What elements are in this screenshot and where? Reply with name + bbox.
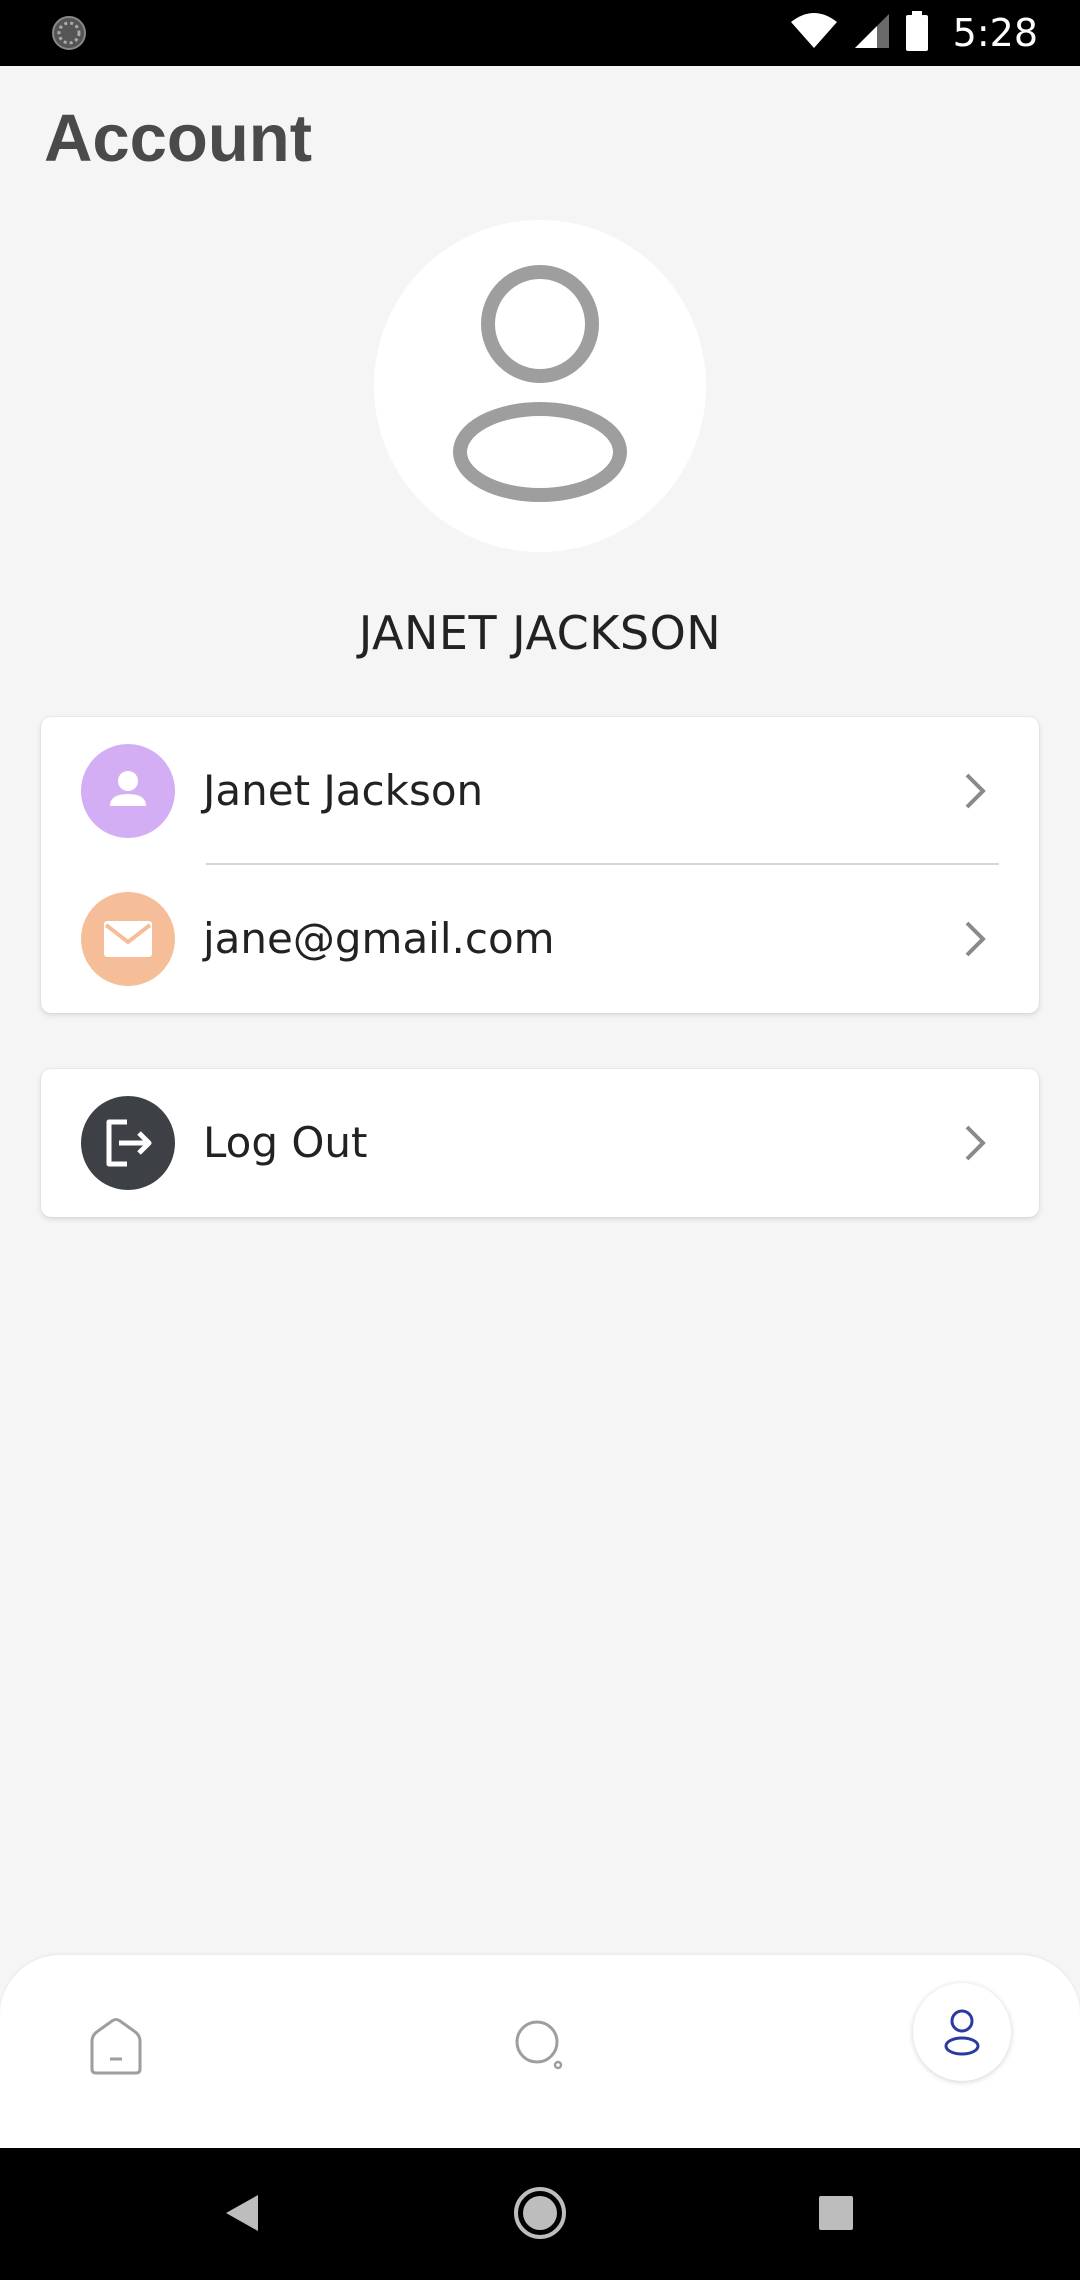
mail-icon [81, 892, 175, 986]
person-icon [81, 744, 175, 838]
battery-icon [905, 10, 929, 56]
logout-icon [81, 1096, 175, 1190]
cell-signal-icon [853, 12, 891, 55]
recents-button[interactable] [801, 2178, 871, 2248]
status-bar: 5:28 [0, 0, 1080, 66]
avatar[interactable] [374, 220, 706, 552]
profile-name: JANET JACKSON [358, 606, 722, 660]
chevron-right-icon [965, 921, 986, 957]
home-icon [90, 2018, 142, 2075]
home-circle-icon [514, 2187, 566, 2239]
bottom-nav [0, 1955, 1080, 2148]
nav-account-button[interactable] [913, 1983, 1011, 2081]
recents-icon [819, 2196, 853, 2230]
logout-row[interactable]: Log Out [41, 1069, 1039, 1217]
back-button[interactable] [208, 2178, 278, 2248]
wifi-icon [789, 12, 839, 55]
nav-home-button[interactable] [76, 2005, 156, 2085]
chevron-right-icon [965, 1125, 986, 1161]
email-row[interactable]: jane@gmail.com [41, 865, 1039, 1013]
user-icon [944, 2009, 980, 2056]
nav-search-button[interactable] [500, 2005, 580, 2085]
home-button[interactable] [505, 2178, 575, 2248]
name-row[interactable]: Janet Jackson [41, 717, 1039, 865]
chevron-right-icon [965, 773, 986, 809]
back-icon [226, 2195, 258, 2231]
system-nav-bar [0, 2148, 1080, 2280]
user-icon [453, 265, 627, 502]
status-time: 5:28 [952, 11, 1038, 55]
search-icon [515, 2020, 563, 2070]
name-label: Janet Jackson [203, 766, 484, 815]
page-title: Account [44, 101, 312, 176]
status-icons: 5:28 [789, 0, 1038, 66]
email-label: jane@gmail.com [203, 914, 555, 963]
logout-card: Log Out [41, 1069, 1039, 1217]
account-info-card: Janet Jackson jane@gmail.com [41, 717, 1039, 1013]
logout-label: Log Out [203, 1118, 368, 1167]
spinner-icon [50, 14, 88, 52]
